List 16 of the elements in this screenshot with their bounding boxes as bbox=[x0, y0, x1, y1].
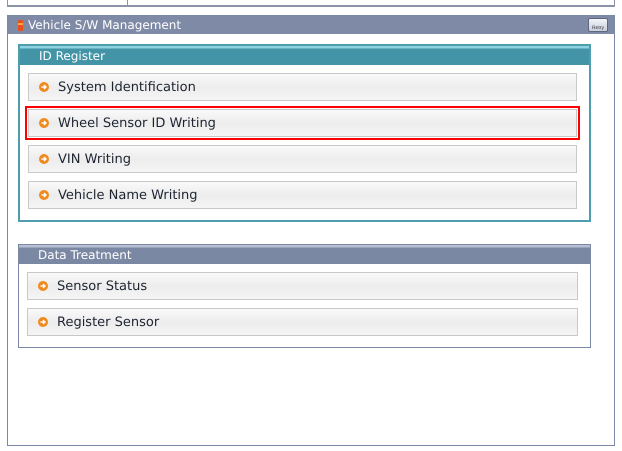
arrow-bullet-icon bbox=[38, 281, 48, 291]
menu-item[interactable]: System Identification bbox=[25, 70, 580, 104]
arrow-bullet-icon bbox=[38, 317, 48, 327]
window-title: Vehicle S/W Management bbox=[28, 18, 182, 32]
menu-item[interactable]: Vehicle Name Writing bbox=[25, 178, 580, 212]
flag-icon bbox=[18, 20, 23, 30]
menu-item[interactable]: Sensor Status bbox=[24, 269, 581, 303]
menu-item[interactable]: VIN Writing bbox=[25, 142, 580, 176]
arrow-bullet-icon bbox=[39, 190, 49, 200]
menu-item[interactable]: Register Sensor bbox=[24, 305, 581, 339]
menu-item[interactable]: Wheel Sensor ID Writing bbox=[25, 106, 580, 140]
arrow-bullet-icon bbox=[39, 154, 49, 164]
group-title: ID Register bbox=[20, 46, 589, 65]
arrow-bullet-icon bbox=[39, 118, 49, 128]
group-title: Data Treatment bbox=[19, 245, 590, 264]
arrow-bullet-icon bbox=[39, 82, 49, 92]
